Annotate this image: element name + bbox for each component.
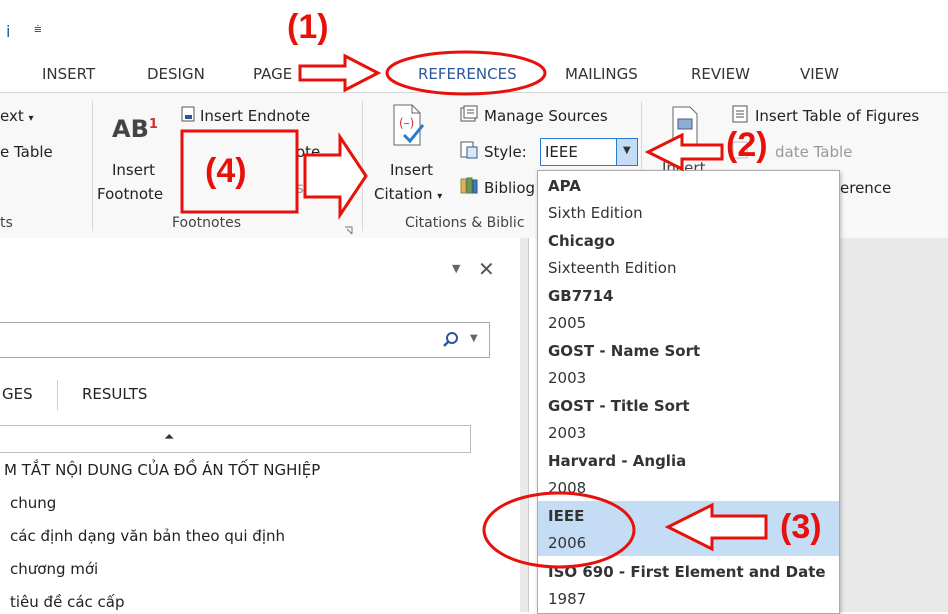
ieee-highlight-ellipse (482, 491, 636, 569)
annotation-label-2: (2) (726, 126, 768, 164)
arrow-to-references (298, 53, 382, 93)
references-highlight-ellipse (385, 50, 547, 96)
arrow-to-style-select (644, 132, 724, 172)
arrow-to-insert-citation (303, 132, 368, 220)
annotation-label-4: (4) (205, 152, 247, 190)
arrow-to-ieee (664, 502, 768, 552)
annotation-label-3: (3) (780, 508, 822, 546)
annotation-label-1: (1) (287, 8, 329, 46)
